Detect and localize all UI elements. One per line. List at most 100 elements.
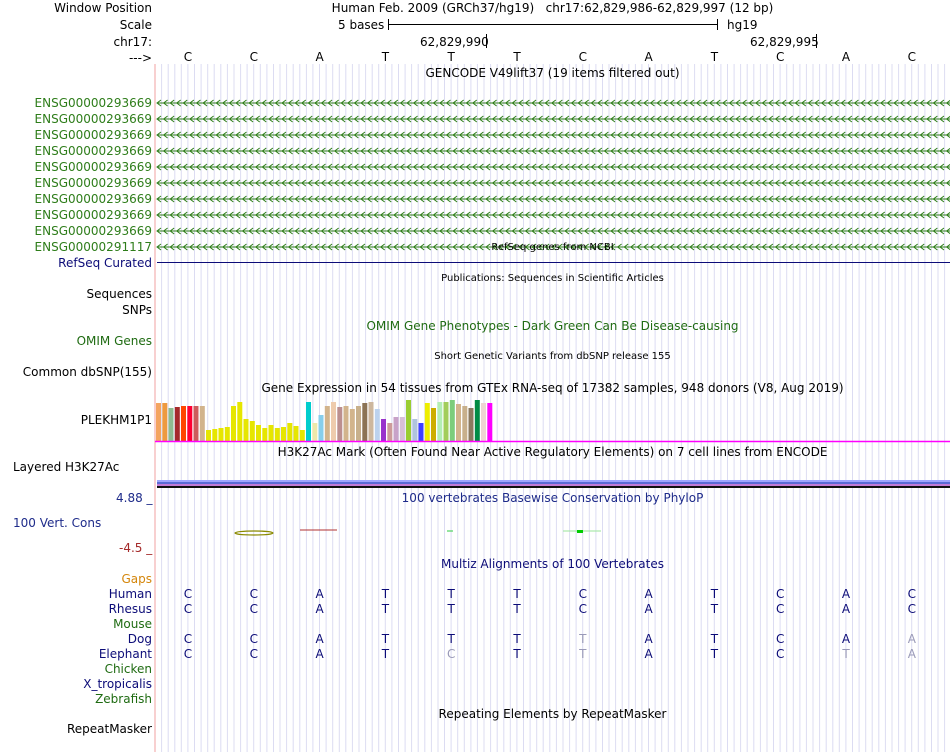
multiz-aligned-base: T	[842, 647, 850, 661]
phylop-signal[interactable]	[155, 524, 950, 538]
gtex-tissue-bar	[287, 423, 293, 442]
multiz-aligned-base: T	[710, 647, 719, 661]
gtex-tissue-bar	[399, 417, 405, 442]
refseq-track-title: RefSeq genes from NCBI	[491, 242, 614, 253]
chrom-label: chr17:	[113, 35, 152, 49]
gtex-tissue-bar	[199, 406, 205, 442]
gencode-gene-label[interactable]: ENSG00000293669	[0, 144, 152, 158]
multiz-aligned-base: C	[907, 587, 916, 601]
multiz-aligned-base: C	[183, 632, 193, 646]
repeatmasker-track-title: Repeating Elements by RepeatMasker	[438, 707, 667, 721]
multiz-aligned-base: T	[579, 647, 587, 661]
multiz-species-label[interactable]: Human	[0, 587, 152, 601]
multiz-species-label[interactable]: Dog	[0, 632, 152, 646]
gtex-tissue-bar	[437, 402, 443, 442]
multiz-aligned-base: A	[907, 647, 916, 661]
gencode-gene-label[interactable]: ENSG00000293669	[0, 160, 152, 174]
gencode-gene-feature[interactable]	[155, 194, 950, 204]
gencode-gene-label[interactable]: ENSG00000293669	[0, 208, 152, 222]
omim-label[interactable]: OMIM Genes	[0, 334, 152, 348]
gencode-gene-label[interactable]: ENSG00000293669	[0, 176, 152, 190]
coordinate-62829990: 62,829,990	[420, 35, 489, 49]
gencode-gene-feature[interactable]	[155, 114, 950, 124]
multiz-aligned-base: C	[775, 602, 785, 616]
multiz-aligned-base: T	[447, 587, 455, 601]
gtex-track-title: Gene Expression in 54 tissues from GTEx …	[261, 381, 844, 395]
strand-arrow: --->	[128, 51, 152, 65]
refseq-gene-line[interactable]	[157, 262, 950, 263]
gtex-tissue-bar	[193, 406, 199, 442]
multiz-aligned-base: T	[381, 647, 390, 661]
gencode-gene-feature[interactable]	[155, 210, 950, 220]
multiz-aligned-base: A	[315, 587, 324, 601]
multiz-aligned-base: C	[183, 647, 193, 661]
gencode-gene-label[interactable]: ENSG00000293669	[0, 112, 152, 126]
multiz-aligned-base: C	[907, 602, 916, 616]
gtex-tissue-bar	[418, 423, 424, 442]
coordinate-tick-2	[816, 34, 817, 48]
gtex-tissue-bar	[156, 403, 161, 442]
multiz-aligned-base: T	[513, 587, 521, 601]
reference-base: C	[249, 50, 258, 64]
gencode-gene-feature[interactable]	[155, 146, 950, 156]
gencode-gene-feature[interactable]	[155, 226, 950, 236]
reference-base: C	[578, 50, 587, 64]
multiz-aligned-base: C	[249, 587, 258, 601]
publications-sequences-label[interactable]: Sequences	[0, 287, 152, 301]
multiz-aligned-base: T	[381, 632, 390, 646]
gencode-gene-label[interactable]: ENSG00000293669	[0, 128, 152, 142]
genome-browser-image: Window Position Human Feb. 2009 (GRCh37/…	[0, 0, 950, 752]
gtex-tissue-bar	[168, 408, 174, 442]
dbsnp-label[interactable]: Common dbSNP(155)	[0, 365, 152, 379]
reference-base: C	[183, 50, 193, 64]
reference-base: A	[315, 50, 324, 64]
gtex-tissue-bar	[331, 402, 336, 442]
gencode-gene-feature[interactable]	[155, 162, 950, 172]
gtex-tissue-bar	[162, 403, 168, 442]
gtex-tissue-bar	[212, 429, 218, 442]
gtex-tissue-bar	[206, 430, 211, 442]
gtex-tissue-bar	[349, 409, 355, 442]
gtex-tissue-bar	[262, 428, 268, 442]
multiz-aligned-base: T	[513, 602, 521, 616]
repeatmasker-label[interactable]: RepeatMasker	[0, 722, 152, 736]
gtex-tissue-bar	[487, 403, 493, 442]
coordinate-tick-1	[486, 34, 487, 48]
gencode-gene-label[interactable]: ENSG00000291117	[0, 240, 152, 254]
gencode-gene-label[interactable]: ENSG00000293669	[0, 96, 152, 110]
scale-bar-left-end	[388, 19, 389, 30]
gtex-gene-label[interactable]: PLEKHM1P1	[0, 413, 152, 427]
gtex-expression-chart[interactable]	[155, 396, 950, 444]
gencode-gene-label[interactable]: ENSG00000293669	[0, 192, 152, 206]
refseq-label[interactable]: RefSeq Curated	[0, 256, 152, 270]
gencode-gene-label[interactable]: ENSG00000293669	[0, 224, 152, 238]
h3k27ac-layer-4[interactable]	[157, 486, 950, 488]
publications-snps-label[interactable]: SNPs	[0, 303, 152, 317]
gencode-gene-feature[interactable]	[155, 130, 950, 140]
gtex-tissue-bar	[268, 425, 274, 442]
multiz-gaps-label[interactable]: Gaps	[0, 572, 152, 586]
h3k27ac-label[interactable]: Layered H3K27Ac	[13, 460, 165, 474]
gtex-tissue-bar	[449, 400, 455, 442]
reference-base: T	[710, 50, 719, 64]
multiz-species-label[interactable]: Chicken	[0, 662, 152, 676]
multiz-species-label[interactable]: Rhesus	[0, 602, 152, 616]
gtex-tissue-bar	[312, 423, 318, 442]
publications-track-title: Publications: Sequences in Scientific Ar…	[441, 273, 664, 284]
multiz-aligned-base: A	[907, 632, 916, 646]
gtex-tissue-bar	[468, 408, 474, 442]
multiz-aligned-base: A	[841, 632, 851, 646]
multiz-species-label[interactable]: X_tropicalis	[0, 677, 152, 691]
gtex-tissue-bar	[324, 406, 330, 442]
gtex-tissue-bar	[356, 406, 361, 442]
gencode-gene-feature[interactable]	[155, 98, 950, 108]
scale-bar-right-end	[717, 19, 718, 30]
multiz-species-label[interactable]: Mouse	[0, 617, 152, 631]
phylop-label[interactable]: 100 Vert. Cons	[13, 516, 165, 530]
multiz-species-label[interactable]: Zebrafish	[0, 692, 152, 706]
gtex-tissue-bar	[456, 404, 461, 442]
gtex-tissue-bar	[443, 402, 449, 442]
gencode-gene-feature[interactable]	[155, 178, 950, 188]
gtex-tissue-bar	[187, 406, 193, 442]
multiz-species-label[interactable]: Elephant	[0, 647, 152, 661]
